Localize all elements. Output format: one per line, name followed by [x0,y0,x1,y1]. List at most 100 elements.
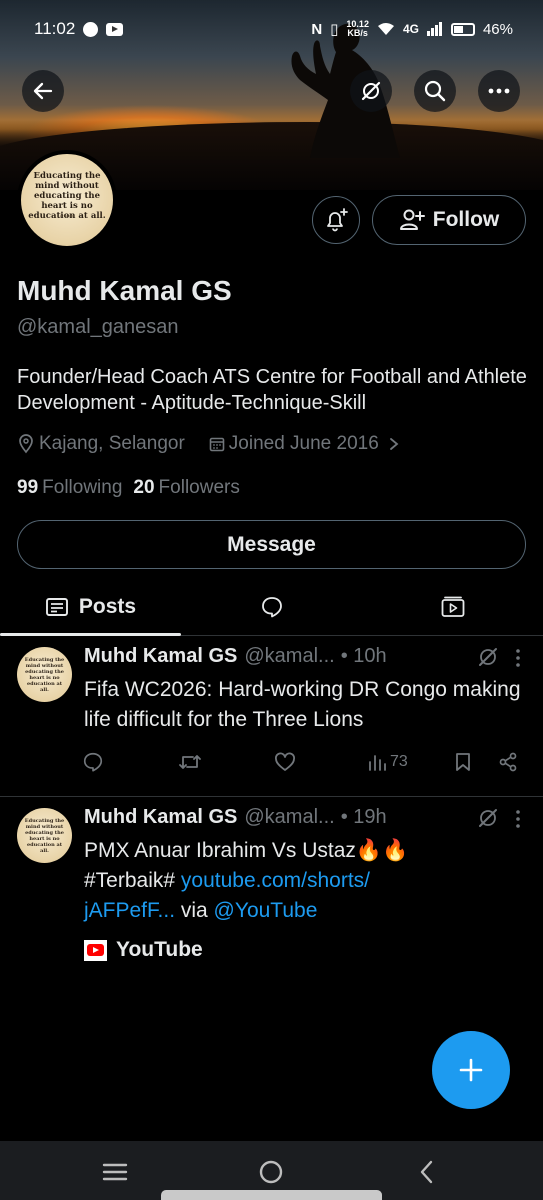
menu-icon [102,1163,128,1181]
location-text: Kajang, Selangor [39,433,185,454]
post-text: Fifa WC2026: Hard-working DR Congo makin… [84,678,521,731]
like-button[interactable] [274,752,368,772]
profile-meta: Kajang, Selangor Joined June 2016 [17,433,401,455]
profile-name: Muhd Kamal GS [17,275,232,306]
notify-button[interactable] [312,196,360,244]
location-pin-icon [19,434,33,454]
home-button[interactable] [256,1157,286,1187]
followers-label: Followers [158,477,240,498]
calendar-icon [209,437,225,452]
back-button[interactable] [22,70,64,112]
post-avatar[interactable]: Educating the mind without educating the… [17,808,72,863]
tab-posts[interactable]: Posts [0,578,181,636]
grok-icon [361,81,381,101]
tab-posts-label: Posts [78,594,137,618]
person-add-icon [399,209,425,230]
joined-text: Joined June 2016 [228,433,379,454]
follow-label: Follow [432,208,500,231]
chevron-left-icon [420,1160,433,1184]
gesture-handle[interactable] [161,1190,382,1200]
repost-button[interactable] [178,752,274,772]
search-icon [424,80,446,102]
profile-tabs: Posts [0,578,543,636]
post-avatar[interactable]: Educating the mind without educating the… [17,647,72,702]
replies-icon [261,596,282,617]
status-time: 11:02 [34,19,76,38]
post-item[interactable]: Educating the mind without educating the… [0,637,543,797]
tab-replies[interactable] [181,578,362,635]
post-header: Muhd Kamal GS @kamal... • 19h [84,806,529,829]
youtube-logo-icon [84,939,107,961]
profile-bio: Founder/Head Coach ATS Centre for Footba… [17,366,527,414]
media-icon [441,596,464,617]
post-author-name[interactable]: Muhd Kamal GS [84,645,237,668]
post-avatar-quote: Educating the mind without educating the… [24,817,65,854]
youtube-mention-link[interactable]: @YouTube [214,899,318,922]
heart-icon [275,752,295,771]
post-author-name[interactable]: Muhd Kamal GS [84,806,237,829]
status-bar: 11:02 N ▯ 10.12 KB/s 4G 46% [0,0,543,58]
following-count: 99 [17,477,39,498]
post-more-button[interactable] [515,809,521,835]
battery-icon [450,22,475,36]
views-icon [369,755,386,771]
network-type: 4G [402,22,419,36]
more-vertical-icon [516,649,520,667]
posts-icon [45,597,68,616]
profile-handle: @kamal_ganesan [17,316,179,338]
post-more-button[interactable] [515,648,521,674]
follow-counts: 99 Following 20 Followers [17,477,240,499]
followers-link[interactable]: 20 Followers [133,477,239,499]
post-time: • 19h [340,806,387,828]
tab-media[interactable] [362,578,543,635]
post-text: PMX Anuar Ibrahim Vs Ustaz🔥🔥 #Terbaik# y… [84,836,464,926]
grok-button[interactable] [350,70,392,112]
post-item[interactable]: Educating the mind without educating the… [0,798,543,998]
post-text-via: via [175,899,214,922]
bell-plus-icon [327,208,348,232]
repost-icon [179,755,201,769]
location: Kajang, Selangor [17,433,185,455]
views-button[interactable]: 73 [368,753,454,771]
compose-button[interactable] [432,1031,510,1109]
post-author-handle: @kamal... [244,806,335,828]
reply-icon [83,752,103,772]
post-avatar-quote: Educating the mind without educating the… [24,656,65,693]
network-speed: 10.12 KB/s [346,19,369,38]
back-nav-button[interactable] [412,1157,442,1187]
youtube-notification-icon [106,22,124,36]
arrow-left-icon [33,82,53,100]
reply-button[interactable] [82,751,178,773]
chevron-right-icon [389,438,399,450]
joined-date[interactable]: Joined June 2016 [209,433,401,455]
bookmark-button[interactable] [454,752,498,772]
grok-icon [479,808,497,827]
search-button[interactable] [414,70,456,112]
youtube-card-label: YouTube [116,938,203,961]
share-icon [499,752,517,772]
signal-icon [426,22,442,36]
more-button[interactable] [478,70,520,112]
profile-avatar[interactable]: Educating the mind without educating the… [17,150,117,250]
bookmark-icon [456,753,470,771]
plus-icon [459,1058,483,1082]
grok-icon [479,647,497,666]
vibrate-icon: ▯ [330,21,339,38]
following-link[interactable]: 99 Following [17,477,122,499]
post-author-handle: @kamal... [244,645,335,667]
wifi-icon [377,23,394,35]
youtube-card[interactable]: YouTube [84,938,203,962]
message-button[interactable]: Message [17,520,526,569]
following-label: Following [42,477,123,498]
share-button[interactable] [498,752,518,772]
message-notification-icon [83,21,99,37]
post-grok-button[interactable] [477,646,499,668]
battery-percent: 46% [482,20,513,38]
post-actions: 73 [82,751,527,773]
recent-apps-button[interactable] [100,1157,130,1187]
message-label: Message [227,532,316,556]
post-header: Muhd Kamal GS @kamal... • 10h [84,645,529,668]
post-grok-button[interactable] [477,807,499,829]
follow-button[interactable]: Follow [372,195,526,245]
post-time: • 10h [340,645,387,667]
